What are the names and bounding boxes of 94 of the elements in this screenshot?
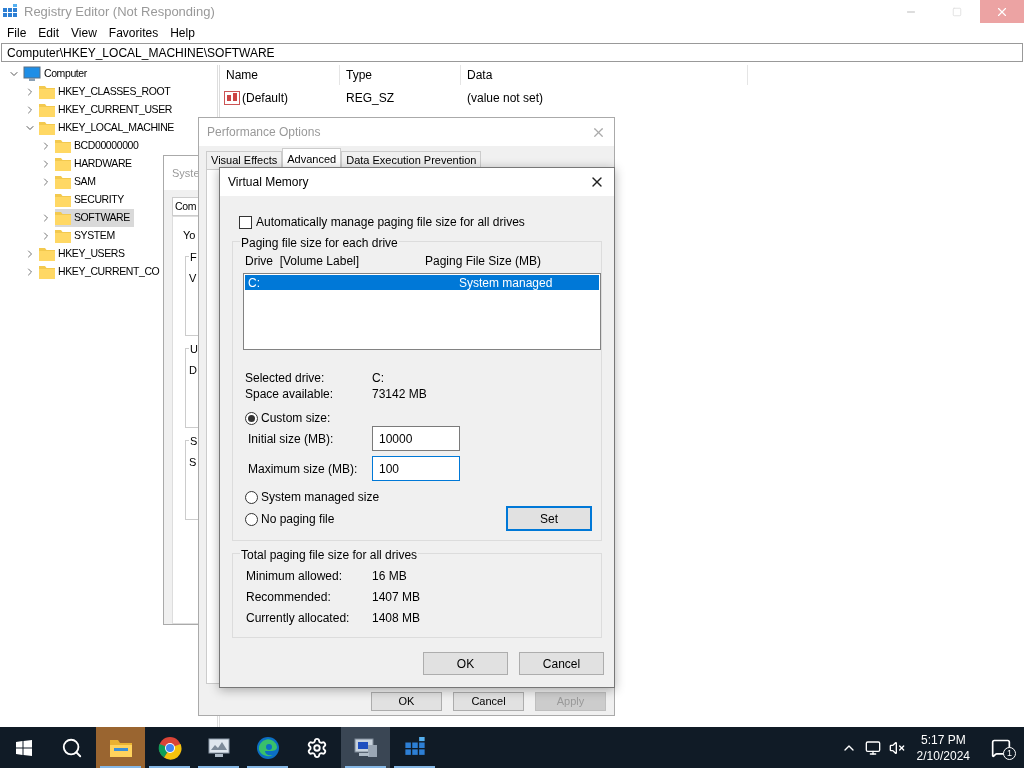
taskbar-app[interactable] bbox=[341, 727, 390, 768]
info-value: 73142 MB bbox=[372, 386, 428, 401]
radio-button[interactable] bbox=[245, 490, 258, 504]
folder-icon bbox=[55, 211, 71, 225]
field-label: Initial size (MB): bbox=[248, 430, 335, 448]
maximize-icon bbox=[952, 6, 962, 17]
group-text: V bbox=[189, 270, 197, 286]
tab[interactable]: Visual Effects bbox=[206, 151, 283, 169]
checkbox[interactable] bbox=[239, 215, 252, 229]
info-value: 1408 MB bbox=[372, 610, 421, 627]
info-label: Currently allocated: bbox=[246, 610, 351, 627]
dialog-title: Virtual Memory bbox=[228, 174, 309, 191]
computer-icon bbox=[352, 736, 379, 759]
notification-icon bbox=[991, 737, 1011, 758]
checkbox-label[interactable]: Automatically manage paging file size for all drives bbox=[256, 213, 525, 231]
group-text: D bbox=[189, 362, 197, 378]
column-header[interactable]: Data bbox=[461, 65, 748, 85]
menu-item[interactable]: Help bbox=[164, 24, 201, 42]
column-header: Drive [Volume Label] bbox=[245, 253, 361, 270]
field-label: Maximum size (MB): bbox=[248, 460, 359, 478]
set-button[interactable]: Set bbox=[506, 506, 592, 531]
tab[interactable]: Com bbox=[172, 197, 200, 216]
radio-button[interactable] bbox=[245, 512, 258, 526]
info-label: Recommended: bbox=[246, 589, 332, 606]
tree-item[interactable]: SAM bbox=[55, 173, 100, 191]
window-title: Registry Editor (Not Responding) bbox=[24, 2, 215, 21]
tree-item[interactable]: HKEY_CURRENT_CO bbox=[39, 263, 164, 281]
column-header[interactable]: Name bbox=[220, 65, 340, 85]
group-text: S bbox=[189, 454, 197, 470]
settings-icon bbox=[305, 736, 328, 759]
tree-item[interactable]: SYSTEM bbox=[55, 227, 119, 245]
input-field[interactable]: 100 bbox=[372, 456, 460, 481]
dialog-button[interactable]: Cancel bbox=[453, 692, 524, 711]
folder-icon bbox=[39, 247, 55, 261]
folder-icon bbox=[55, 139, 71, 153]
drive-row[interactable]: C: System managed bbox=[245, 275, 599, 290]
browser-icon bbox=[157, 735, 182, 760]
column-header: Paging File Size (MB) bbox=[425, 253, 542, 270]
info-label: Selected drive: bbox=[245, 370, 326, 385]
tree-item[interactable]: SECURITY bbox=[55, 191, 128, 209]
computer-icon bbox=[23, 66, 41, 82]
tab[interactable]: Advanced bbox=[282, 148, 342, 169]
input-field[interactable]: 10000 bbox=[372, 426, 460, 451]
string-value-icon bbox=[224, 91, 240, 105]
description-text: Yo bbox=[183, 228, 196, 243]
browser-icon bbox=[255, 735, 280, 760]
cubes-icon bbox=[2, 3, 18, 20]
folder-icon bbox=[39, 103, 55, 117]
folder-icon bbox=[55, 193, 71, 207]
info-value: 16 MB bbox=[372, 568, 407, 585]
value-data: (value not set) bbox=[466, 90, 545, 107]
address-bar[interactable]: Computer\HKEY_LOCAL_MACHINE\SOFTWARE bbox=[1, 43, 1023, 62]
radio-option[interactable]: System managed size bbox=[245, 489, 506, 505]
menu-item[interactable]: File bbox=[1, 24, 33, 42]
dialog-title: Performance Options bbox=[207, 124, 321, 141]
value-type: REG_SZ bbox=[345, 90, 395, 107]
info-label: Space available: bbox=[245, 386, 335, 401]
notification-button[interactable]: 1 bbox=[978, 727, 1024, 768]
search-icon bbox=[61, 736, 83, 759]
tree-item[interactable]: Computer bbox=[23, 65, 91, 83]
volume-muted-icon[interactable] bbox=[888, 739, 905, 756]
menu-item[interactable]: View bbox=[65, 24, 103, 42]
tree-item[interactable]: HKEY_LOCAL_MACHINE bbox=[39, 119, 178, 137]
info-value: C: bbox=[372, 370, 385, 385]
tree-item[interactable]: BCD00000000 bbox=[55, 137, 143, 155]
folder-icon bbox=[39, 121, 55, 135]
tree-item[interactable]: HARDWARE bbox=[55, 155, 136, 173]
tree-item[interactable]: SOFTWARE bbox=[55, 209, 134, 227]
tree-item[interactable]: HKEY_CURRENT_USER bbox=[39, 101, 176, 119]
column-header[interactable]: Type bbox=[340, 65, 461, 85]
folder-icon bbox=[55, 229, 71, 243]
dialog-title: Syste bbox=[172, 165, 200, 181]
network-icon[interactable] bbox=[864, 739, 881, 756]
dialog-button[interactable]: OK bbox=[423, 652, 508, 675]
radio-option[interactable]: No paging file bbox=[245, 511, 506, 527]
radio-option[interactable]: Custom size: bbox=[245, 410, 601, 426]
tree-item[interactable]: HKEY_CLASSES_ROOT bbox=[39, 83, 175, 101]
folder-icon bbox=[55, 157, 71, 171]
folder-icon bbox=[39, 265, 55, 279]
folder-icon bbox=[55, 175, 71, 189]
clock[interactable]: 5:17 PM 2/10/2024 bbox=[908, 731, 978, 764]
menu-item[interactable]: Favorites bbox=[102, 24, 165, 42]
folder-icon bbox=[108, 737, 133, 758]
monitor-icon bbox=[206, 736, 231, 759]
tree-item[interactable]: HKEY_USERS bbox=[39, 245, 129, 263]
folder-icon bbox=[39, 85, 55, 99]
windows-logo-icon bbox=[16, 739, 32, 756]
dialog-button[interactable]: OK bbox=[371, 692, 442, 711]
info-value: 1407 MB bbox=[372, 589, 421, 606]
menu-item[interactable]: Edit bbox=[32, 24, 66, 42]
radio-button[interactable] bbox=[245, 411, 258, 425]
dialog-button[interactable]: Cancel bbox=[519, 652, 604, 675]
info-label: Minimum allowed: bbox=[246, 568, 344, 585]
value-name[interactable]: (Default) bbox=[242, 89, 288, 107]
